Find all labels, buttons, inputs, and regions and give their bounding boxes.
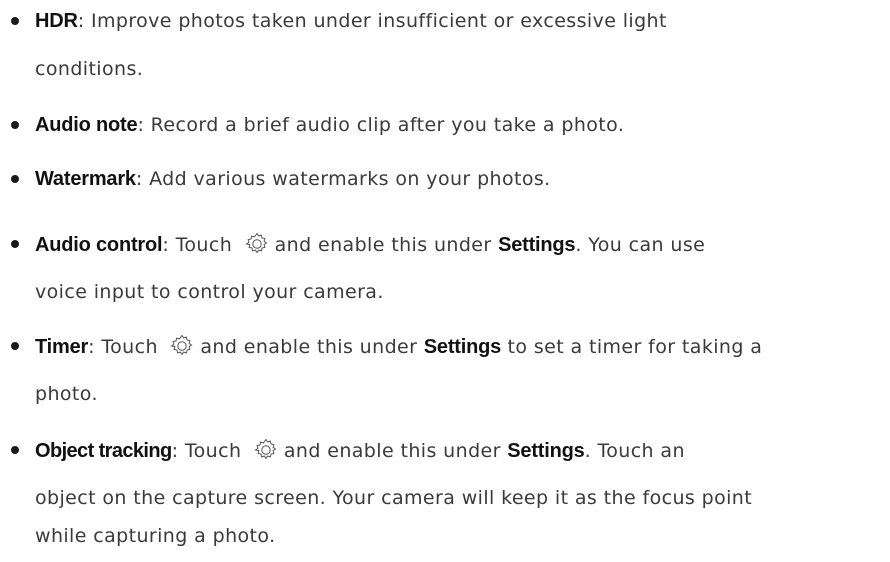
description: : Touch	[162, 234, 233, 256]
term-object-tracking: Object tracking	[35, 440, 172, 462]
bullet	[11, 240, 19, 248]
description-mid: and enable this under	[274, 234, 492, 256]
bullet	[11, 342, 19, 350]
term-audio-control: Audio control	[35, 234, 163, 256]
bullet	[11, 175, 19, 183]
term-hdr: HDR	[35, 10, 78, 32]
settings-label: Settings	[498, 234, 576, 256]
bullet	[11, 17, 19, 25]
description-continued: conditions.	[35, 58, 144, 80]
description-mid: and enable this under	[283, 440, 501, 462]
description: : Touch	[171, 440, 242, 462]
term-audio-note: Audio note	[35, 114, 138, 136]
description-end: . Touch an	[584, 440, 685, 462]
description-continued-2: while capturing a photo.	[35, 525, 276, 547]
description-mid: and enable this under	[200, 336, 418, 358]
feature-list: HDR: Improve photos taken under insuffic…	[0, 0, 890, 562]
gear-icon	[254, 438, 277, 460]
term-timer: Timer	[35, 336, 89, 358]
description-continued: object on the capture screen. Your camer…	[35, 487, 753, 509]
description-end: . You can use	[575, 234, 706, 256]
term-watermark: Watermark	[35, 168, 136, 190]
settings-label: Settings	[507, 440, 585, 462]
description: : Touch	[88, 336, 158, 358]
description: : Improve photos taken under insufficien…	[77, 10, 667, 32]
description-continued: photo.	[35, 383, 98, 405]
gear-icon	[170, 334, 193, 356]
bullet	[11, 121, 19, 129]
settings-label: Settings	[423, 336, 502, 358]
gear-icon	[244, 232, 268, 254]
description-end: to set a timer for taking a	[501, 336, 763, 358]
description: : Add various watermarks on your photos.	[135, 168, 551, 190]
description: : Record a brief audio clip after you ta…	[137, 114, 625, 136]
bullet	[11, 446, 19, 454]
description-continued: voice input to control your camera.	[35, 281, 384, 303]
